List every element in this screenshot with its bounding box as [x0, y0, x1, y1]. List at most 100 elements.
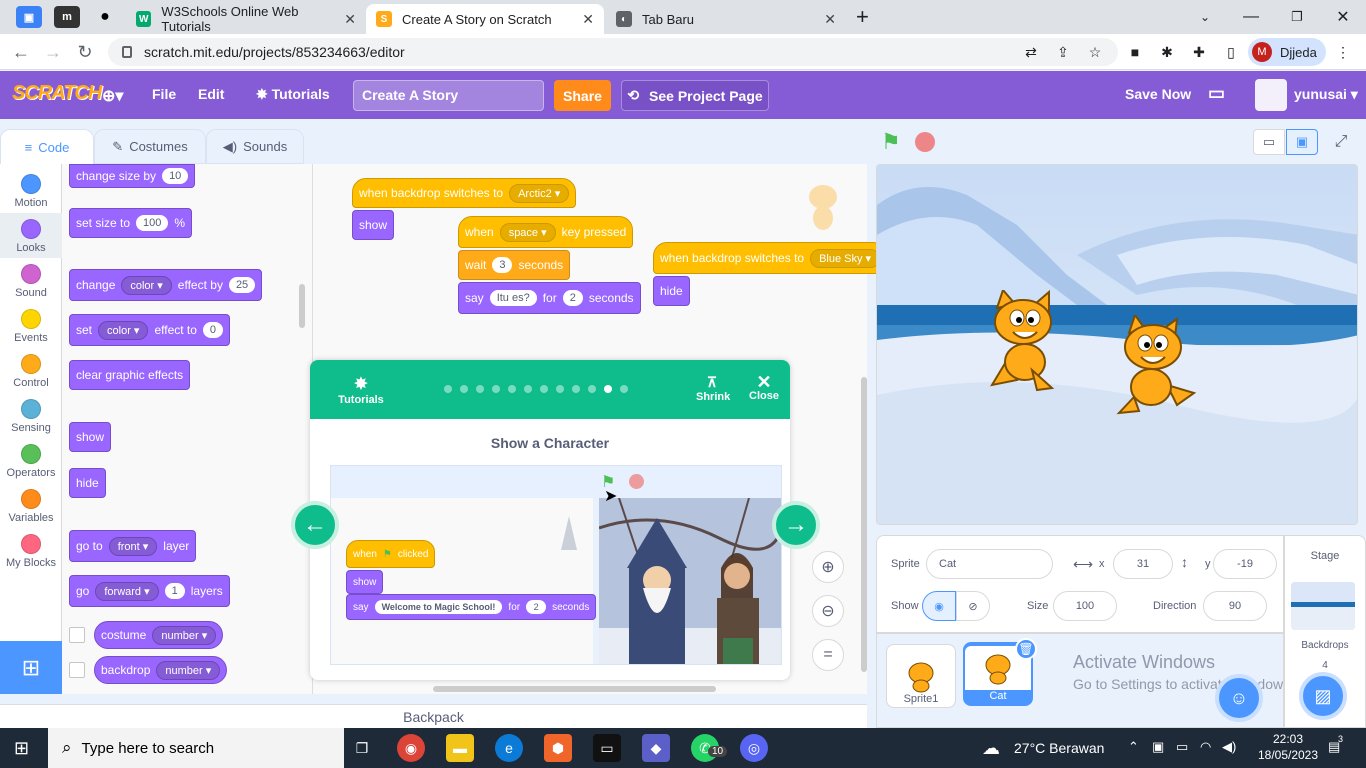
scratch-logo[interactable]: SCRATCH: [12, 82, 102, 105]
x-position-input[interactable]: 31: [1113, 549, 1173, 579]
tutorial-card[interactable]: ✸ Tutorials ⊼ Shrink ✕ Close Show a Char…: [310, 360, 790, 680]
backpack-bar[interactable]: Backpack: [0, 704, 867, 728]
back-icon[interactable]: ←: [8, 39, 34, 65]
edit-menu[interactable]: Edit: [198, 86, 224, 102]
block-wait[interactable]: wait 3 seconds: [458, 250, 571, 280]
next-step-button[interactable]: →: [772, 501, 820, 549]
block-hide[interactable]: hide: [653, 276, 690, 306]
username-menu[interactable]: yunusai ▾: [1294, 86, 1358, 103]
tutorials-button[interactable]: ✸ Tutorials: [256, 86, 330, 103]
tab-scratch[interactable]: S Create A Story on Scratch ✕: [366, 4, 604, 34]
step-dot[interactable]: [620, 385, 628, 393]
y-position-input[interactable]: -19: [1213, 549, 1277, 579]
add-extension-button[interactable]: ⊞: [0, 641, 62, 694]
step-dot[interactable]: [524, 385, 532, 393]
hat-when-backdrop-switches[interactable]: when backdrop switches to Arctic2 ▾: [352, 178, 577, 208]
tab-new[interactable]: ◐ Tab Baru ✕: [606, 4, 846, 34]
pinned-tab-2[interactable]: m: [54, 6, 80, 28]
sprite-thumb-sprite1[interactable]: Sprite1: [886, 644, 956, 708]
tab-w3schools[interactable]: W W3Schools Online Web Tutorials ✕: [126, 4, 366, 34]
block-change-effect[interactable]: change color ▾ effect by 25: [69, 269, 263, 301]
user-avatar[interactable]: [1255, 79, 1287, 111]
previous-step-button[interactable]: ←: [291, 501, 339, 549]
block-dropdown[interactable]: number ▾: [156, 660, 221, 680]
my-stuff-folder-icon[interactable]: ▭: [1208, 83, 1225, 104]
block-dropdown[interactable]: color ▾: [121, 275, 172, 295]
costume-checkbox[interactable]: [69, 627, 85, 643]
block-dropdown[interactable]: color ▾: [98, 320, 149, 340]
block-change-size[interactable]: change size by 10: [69, 164, 196, 188]
block-hide[interactable]: hide: [69, 468, 106, 498]
block-show[interactable]: show: [69, 422, 112, 452]
block-dropdown[interactable]: Arctic2 ▾: [509, 183, 570, 203]
wifi-icon[interactable]: ◠: [1200, 739, 1211, 755]
close-tab-icon[interactable]: ✕: [824, 11, 836, 28]
delete-sprite-button[interactable]: 🗑: [1015, 638, 1037, 660]
block-dropdown[interactable]: Blue Sky ▾: [810, 248, 881, 268]
block-go-to-layer[interactable]: go to front ▾ layer: [69, 530, 197, 562]
tray-chevron-icon[interactable]: ⌃: [1128, 739, 1139, 755]
block-input[interactable]: 100: [136, 215, 169, 231]
tray-app-icon[interactable]: ▣: [1152, 739, 1164, 755]
extension-icon[interactable]: ✱: [1158, 43, 1176, 61]
step-dot[interactable]: [540, 385, 548, 393]
pinned-tab-1[interactable]: ▣: [16, 6, 42, 28]
minimize-button[interactable]: —: [1228, 4, 1274, 30]
zoom-out-button[interactable]: ⊖: [812, 595, 844, 627]
close-tab-icon[interactable]: ✕: [582, 11, 594, 28]
clock-time[interactable]: 22:03: [1262, 732, 1314, 746]
project-title-input[interactable]: Create A Story: [353, 80, 544, 111]
language-globe-icon[interactable]: ⊕▾: [102, 86, 123, 106]
restore-button[interactable]: ❐: [1274, 4, 1320, 30]
windows-start-icon[interactable]: ⊞: [14, 738, 29, 759]
forward-icon[interactable]: →: [40, 39, 66, 65]
tab-sounds[interactable]: ◀) Sounds: [206, 129, 304, 164]
tutorials-library-button[interactable]: ✸ Tutorials: [336, 374, 386, 406]
zoom-in-button[interactable]: ⊕: [812, 551, 844, 583]
category-my-blocks[interactable]: My Blocks: [0, 528, 62, 573]
block-input[interactable]: 25: [228, 277, 256, 293]
cat-sprite-1[interactable]: [977, 288, 1077, 398]
category-sensing[interactable]: Sensing: [0, 393, 62, 438]
block-dropdown[interactable]: number ▾: [152, 625, 217, 645]
choose-backdrop-button[interactable]: ▨: [1299, 672, 1347, 720]
bookmark-star-icon[interactable]: ☆: [1086, 43, 1104, 61]
tab-code[interactable]: ≡ Code: [0, 129, 94, 164]
direction-input[interactable]: 90: [1203, 591, 1267, 621]
edge-icon[interactable]: e: [495, 734, 523, 762]
block-input[interactable]: 1: [164, 583, 185, 599]
close-window-button[interactable]: ✕: [1320, 4, 1366, 30]
tab-search-icon[interactable]: ⌄: [1182, 4, 1228, 30]
workspace-vertical-scrollbar[interactable]: [861, 377, 867, 672]
step-dot-current[interactable]: [604, 385, 612, 393]
step-dot[interactable]: [460, 385, 468, 393]
close-button[interactable]: ✕ Close: [748, 373, 780, 402]
file-explorer-icon[interactable]: ▬: [446, 734, 474, 762]
hat-when-key-pressed[interactable]: when space ▾ key pressed: [458, 216, 634, 248]
shrink-button[interactable]: ⊼ Shrink: [696, 374, 730, 403]
block-dropdown[interactable]: forward ▾: [95, 581, 159, 601]
chrome-icon[interactable]: ◉: [397, 734, 425, 762]
fullscreen-button[interactable]: ⤢: [1327, 129, 1355, 155]
terminal-icon[interactable]: ▭: [593, 734, 621, 762]
step-dot[interactable]: [492, 385, 500, 393]
close-tab-icon[interactable]: ✕: [344, 11, 356, 28]
block-set-size[interactable]: set size to 100%: [69, 208, 193, 238]
translate-icon[interactable]: ⇄: [1022, 43, 1040, 61]
profile-button[interactable]: M Djjeda: [1248, 38, 1326, 66]
stage-selector-panel[interactable]: Stage Backdrops 4 ▨: [1284, 535, 1366, 728]
task-view-icon[interactable]: ❐: [348, 734, 376, 762]
block-input[interactable]: 3: [492, 257, 513, 273]
block-clear-graphic-effects[interactable]: clear graphic effects: [69, 360, 191, 390]
volume-icon[interactable]: ◀): [1222, 739, 1236, 755]
block-go-layers[interactable]: go forward ▾ 1 layers: [69, 575, 230, 607]
palette-scrollbar[interactable]: [299, 284, 305, 328]
hat-when-backdrop-switches[interactable]: when backdrop switches to Blue Sky ▾: [653, 242, 888, 274]
block-input[interactable]: 2: [562, 290, 583, 306]
step-dot[interactable]: [556, 385, 564, 393]
workspace-horizontal-scrollbar[interactable]: [433, 686, 716, 692]
save-now-button[interactable]: Save Now: [1125, 86, 1191, 102]
step-dot[interactable]: [572, 385, 580, 393]
app-icon[interactable]: ⬢: [544, 734, 572, 762]
clock-date[interactable]: 18/05/2023: [1250, 748, 1326, 762]
